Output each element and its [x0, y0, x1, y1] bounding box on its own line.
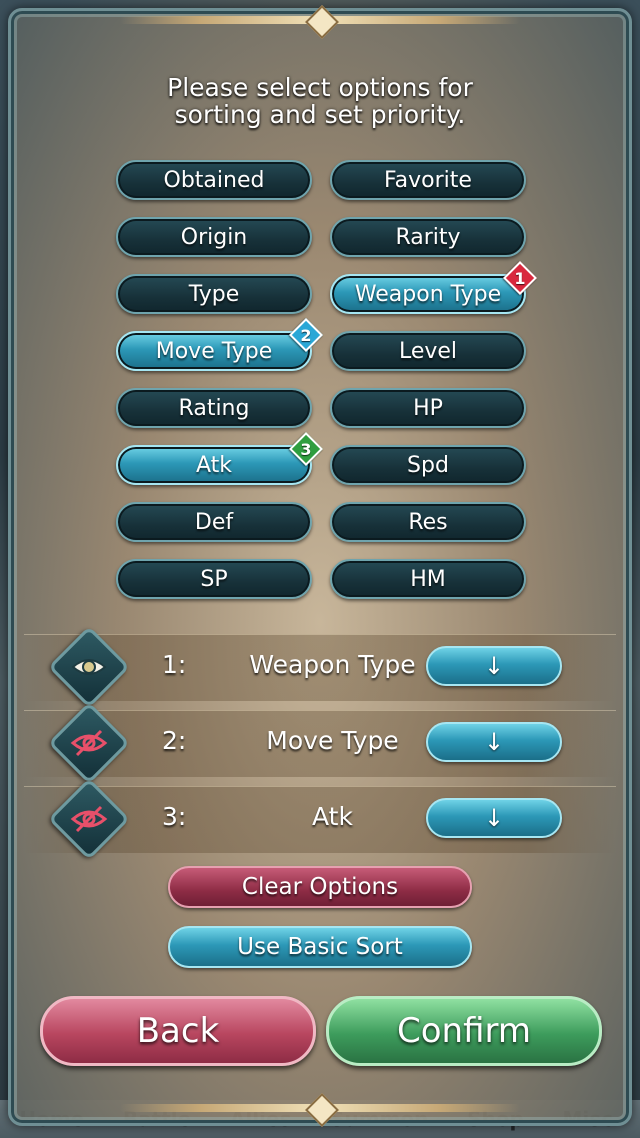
priority-number: 2: — [162, 726, 187, 755]
sort-direction-button[interactable]: ↓ — [426, 722, 562, 762]
sort-option-rating[interactable]: Rating — [116, 388, 312, 428]
sort-option-label: HM — [410, 566, 446, 592]
priority-badge-number: 2 — [300, 325, 312, 345]
sort-option-label: HP — [413, 395, 443, 421]
sort-direction-button[interactable]: ↓ — [426, 798, 562, 838]
priority-number: 3: — [162, 802, 187, 831]
sort-option-weapon-type[interactable]: Weapon Type — [330, 274, 526, 314]
instruction-text: Please select options for sorting and se… — [0, 74, 640, 128]
use-basic-sort-button[interactable]: Use Basic Sort — [168, 926, 472, 968]
sort-option-label: Obtained — [163, 167, 265, 193]
back-button[interactable]: Back — [40, 996, 316, 1066]
sort-option-label: Type — [188, 281, 240, 307]
sort-option-label: Rating — [178, 395, 250, 421]
sort-option-label: Spd — [407, 452, 449, 478]
sort-direction-button[interactable]: ↓ — [426, 646, 562, 686]
sort-option-label: Origin — [180, 224, 248, 250]
sort-option-move-type[interactable]: Move Type — [116, 331, 312, 371]
priority-badge-number: 3 — [300, 439, 312, 459]
sort-option-res[interactable]: Res — [330, 502, 526, 542]
sort-option-level[interactable]: Level — [330, 331, 526, 371]
sort-option-label: Favorite — [384, 167, 472, 193]
confirm-button[interactable]: Confirm — [326, 996, 602, 1066]
sort-option-sp[interactable]: SP — [116, 559, 312, 599]
sort-option-label: Weapon Type — [354, 281, 502, 307]
sort-option-label: Move Type — [155, 338, 273, 364]
sort-option-hp[interactable]: HP — [330, 388, 526, 428]
sort-option-rarity[interactable]: Rarity — [330, 217, 526, 257]
sort-option-atk[interactable]: Atk — [116, 445, 312, 485]
sort-option-favorite[interactable]: Favorite — [330, 160, 526, 200]
sort-option-label: Atk — [195, 452, 233, 478]
priority-badge-number: 1 — [514, 268, 526, 288]
sort-option-label: SP — [200, 566, 228, 592]
clear-options-button[interactable]: Clear Options — [168, 866, 472, 908]
priority-number: 1: — [162, 650, 187, 679]
sort-option-type[interactable]: Type — [116, 274, 312, 314]
instruction-line-1: Please select options for — [167, 73, 473, 102]
sort-option-def[interactable]: Def — [116, 502, 312, 542]
instruction-line-2: sorting and set priority. — [174, 100, 466, 129]
sort-option-hm[interactable]: HM — [330, 559, 526, 599]
sort-option-label: Level — [398, 338, 458, 364]
sort-option-label: Def — [194, 509, 234, 535]
sort-option-spd[interactable]: Spd — [330, 445, 526, 485]
sort-option-obtained[interactable]: Obtained — [116, 160, 312, 200]
sort-option-label: Res — [408, 509, 448, 535]
sort-option-origin[interactable]: Origin — [116, 217, 312, 257]
sort-option-label: Rarity — [395, 224, 461, 250]
